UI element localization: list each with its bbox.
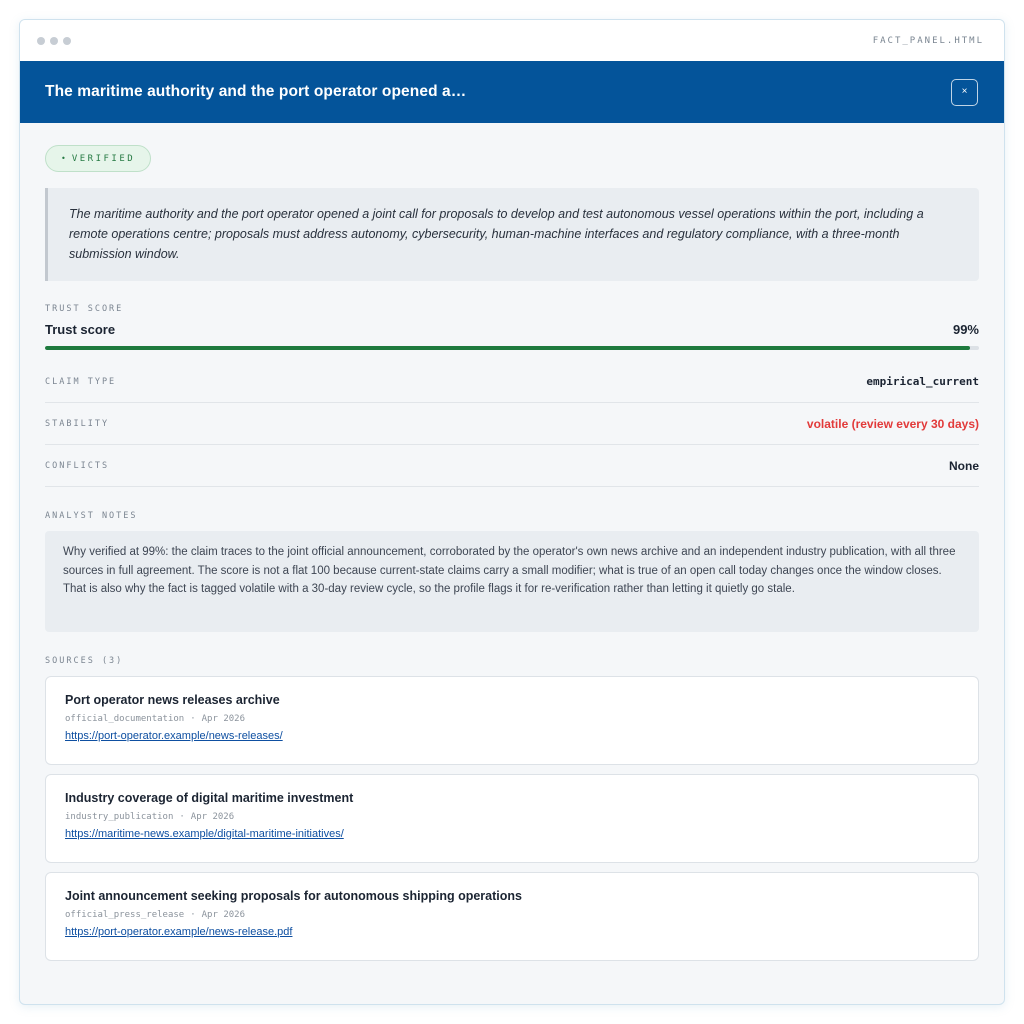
conflicts-row: CONFLICTS None: [45, 445, 979, 487]
verified-badge-label: VERIFIED: [71, 153, 136, 164]
claim-type-value: empirical_current: [866, 375, 979, 388]
trust-score-row: Trust score 99%: [45, 322, 979, 337]
source-meta: official_press_release · Apr 2026: [65, 910, 959, 920]
source-date: Apr 2026: [201, 910, 245, 920]
source-card: Industry coverage of digital maritime in…: [45, 774, 979, 863]
close-button[interactable]: ×: [951, 78, 978, 106]
source-meta: industry_publication · Apr 2026: [65, 812, 959, 822]
source-type: official_documentation: [65, 714, 185, 724]
claim-quote: The maritime authority and the port oper…: [45, 188, 979, 281]
sources-label: SOURCES (3): [45, 656, 124, 666]
source-meta-separator: ·: [179, 812, 185, 822]
window-dot-icon[interactable]: [50, 36, 58, 45]
source-type: industry_publication: [65, 812, 174, 822]
source-link[interactable]: https://port-operator.example/news-relea…: [65, 730, 283, 742]
window-controls: [37, 36, 71, 45]
conflicts-label: CONFLICTS: [45, 460, 110, 471]
source-meta-separator: ·: [190, 714, 196, 724]
panel-title: The maritime authority and the port oper…: [45, 83, 467, 100]
window-dot-icon[interactable]: [63, 36, 71, 45]
source-date: Apr 2026: [190, 812, 235, 822]
trust-score-label: Trust score: [45, 322, 116, 337]
source-link[interactable]: https://maritime-news.example/digital-ma…: [65, 828, 344, 840]
status-dot-icon: •: [61, 154, 66, 163]
trust-score-section-label: TRUST SCORE: [45, 304, 124, 314]
verified-badge: • VERIFIED: [45, 145, 152, 172]
source-title: Industry coverage of digital maritime in…: [65, 791, 354, 805]
analyst-notes-label: ANALYST NOTES: [45, 511, 138, 521]
window-chrome: FACT_PANEL.HTML: [20, 20, 1004, 61]
source-type: official_press_release: [65, 910, 185, 920]
claim-type-row: CLAIM TYPE empirical_current: [45, 361, 979, 403]
close-icon: ×: [961, 86, 968, 97]
stability-row: STABILITY volatile (review every 30 days…: [45, 403, 979, 445]
source-date: Apr 2026: [201, 714, 245, 724]
trust-score-value: 99%: [952, 322, 979, 337]
trust-score-bar: [45, 346, 979, 350]
panel-header: The maritime authority and the port oper…: [20, 61, 1004, 123]
stability-label: STABILITY: [45, 418, 110, 429]
fact-panel-window: FACT_PANEL.HTML The maritime authority a…: [19, 19, 1005, 1005]
conflicts-value: None: [949, 458, 979, 473]
source-list: Port operator news releases archive offi…: [45, 676, 979, 961]
source-card: Joint announcement seeking proposals for…: [45, 872, 979, 961]
window-filename: FACT_PANEL.HTML: [872, 35, 984, 46]
source-title: Joint announcement seeking proposals for…: [65, 889, 522, 903]
analyst-notes: Why verified at 99%: the claim traces to…: [45, 531, 979, 632]
source-meta: official_documentation · Apr 2026: [65, 714, 959, 724]
source-link[interactable]: https://port-operator.example/news-relea…: [65, 926, 292, 938]
source-title: Port operator news releases archive: [65, 693, 280, 707]
source-meta-separator: ·: [190, 910, 196, 920]
panel-content: • VERIFIED The maritime authority and th…: [20, 123, 1004, 961]
stability-value: volatile (review every 30 days): [806, 416, 979, 431]
window-dot-icon[interactable]: [37, 36, 45, 45]
fact-meta: CLAIM TYPE empirical_current STABILITY v…: [45, 361, 979, 487]
claim-type-label: CLAIM TYPE: [45, 376, 117, 387]
trust-score-bar-fill: [45, 346, 970, 350]
source-card: Port operator news releases archive offi…: [45, 676, 979, 765]
